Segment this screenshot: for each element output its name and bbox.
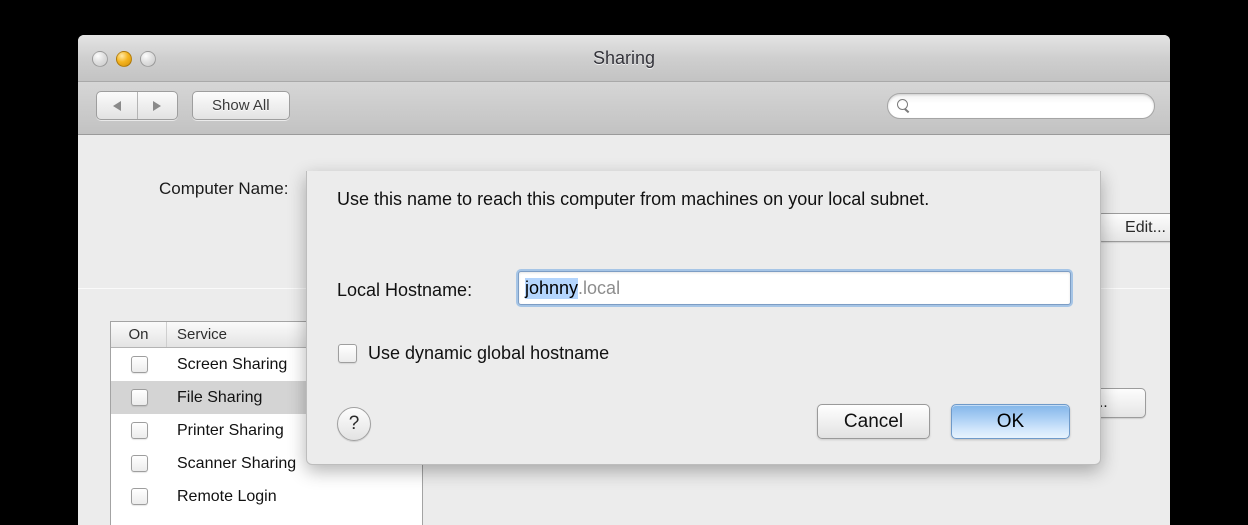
table-row[interactable]: Remote Login: [111, 480, 422, 513]
service-name: Scanner Sharing: [167, 455, 296, 473]
service-name: Remote Login: [167, 488, 277, 506]
service-enable-cell[interactable]: [111, 422, 167, 439]
cancel-button[interactable]: Cancel: [817, 404, 930, 439]
edit-button[interactable]: Edit...: [1097, 213, 1170, 242]
window-titlebar: Sharing: [78, 35, 1170, 82]
service-name: Screen Sharing: [167, 356, 287, 374]
search-icon: [897, 99, 911, 113]
back-button[interactable]: [97, 92, 138, 119]
service-checkbox[interactable]: [131, 455, 148, 472]
show-all-button[interactable]: Show All: [192, 91, 290, 120]
service-enable-cell[interactable]: [111, 389, 167, 406]
service-checkbox[interactable]: [131, 356, 148, 373]
window-title: Sharing: [78, 48, 1170, 69]
service-name: Printer Sharing: [167, 422, 284, 440]
service-checkbox[interactable]: [131, 422, 148, 439]
local-hostname-sheet: Use this name to reach this computer fro…: [306, 171, 1101, 465]
triangle-right-icon: [153, 101, 161, 111]
service-name: File Sharing: [167, 389, 262, 407]
service-checkbox[interactable]: [131, 488, 148, 505]
column-header-on: On: [111, 322, 167, 347]
help-button[interactable]: ?: [337, 407, 371, 441]
dynamic-global-hostname-checkbox[interactable]: [338, 344, 357, 363]
service-checkbox[interactable]: [131, 389, 148, 406]
local-hostname-input[interactable]: johnny.local: [518, 271, 1071, 305]
service-enable-cell[interactable]: [111, 356, 167, 373]
navigation-segmented-control[interactable]: [96, 91, 178, 120]
search-field[interactable]: [887, 93, 1155, 119]
computer-name-label: Computer Name:: [159, 179, 288, 199]
service-enable-cell[interactable]: [111, 488, 167, 505]
dynamic-global-hostname-label: Use dynamic global hostname: [368, 343, 609, 364]
toolbar: Show All: [78, 82, 1170, 135]
local-hostname-label: Local Hostname:: [337, 280, 472, 301]
dynamic-global-hostname-row[interactable]: Use dynamic global hostname: [338, 343, 609, 364]
forward-button[interactable]: [138, 92, 178, 119]
local-hostname-selected-text: johnny: [525, 278, 578, 299]
sharing-preferences-window: Sharing Show All Computer Name: Computer…: [78, 35, 1170, 525]
service-enable-cell[interactable]: [111, 455, 167, 472]
local-hostname-suffix: .local: [578, 278, 620, 299]
ok-button[interactable]: OK: [951, 404, 1070, 439]
search-input[interactable]: [916, 98, 1141, 114]
column-header-service: Service: [167, 322, 227, 347]
triangle-left-icon: [113, 101, 121, 111]
sheet-message: Use this name to reach this computer fro…: [337, 188, 1053, 212]
